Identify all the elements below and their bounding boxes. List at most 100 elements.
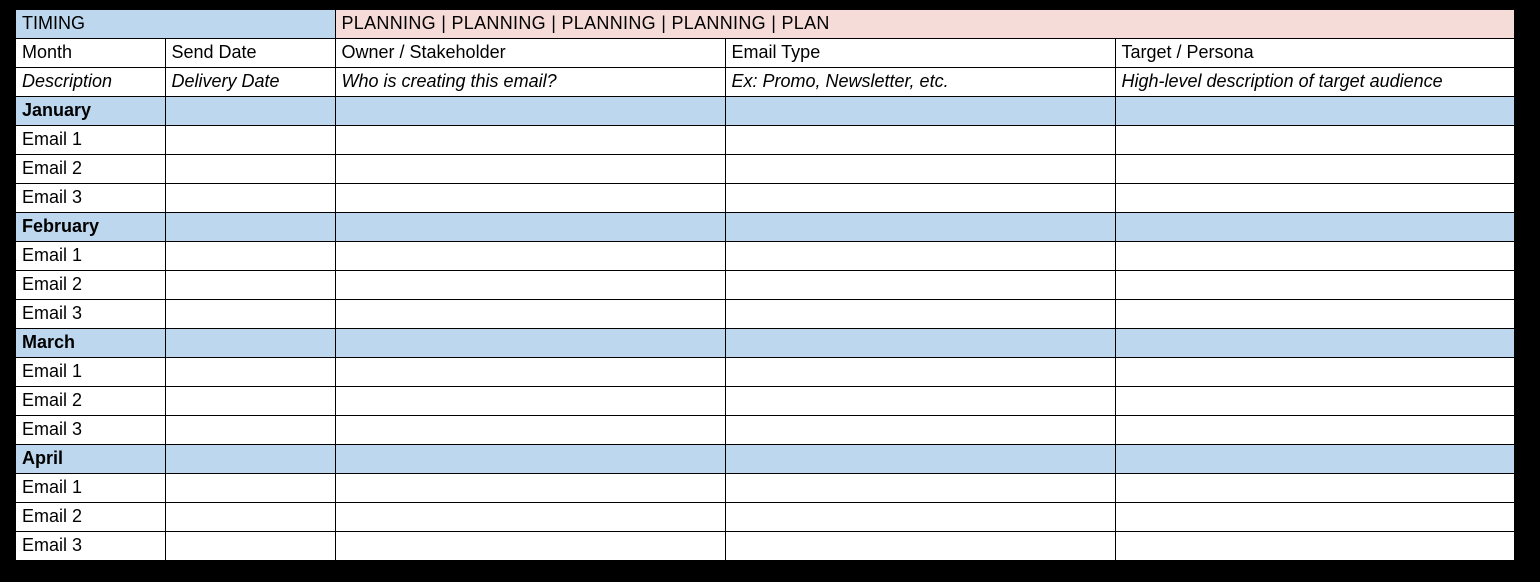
table-row: Email 1 [15,474,1515,503]
cell-owner[interactable] [335,271,725,300]
table-row: Email 3 [15,416,1515,445]
cell-owner[interactable] [335,242,725,271]
table-row: Email 3 [15,184,1515,213]
row-label: Email 2 [15,155,165,184]
cell-send[interactable] [165,271,335,300]
month-label: January [15,97,165,126]
desc-target: High-level description of target audienc… [1115,68,1515,97]
cell-owner[interactable] [335,184,725,213]
row-label: Email 1 [15,358,165,387]
cell-target[interactable] [1115,416,1515,445]
table-row: Email 3 [15,300,1515,329]
month-label: March [15,329,165,358]
col-header-owner: Owner / Stakeholder [335,39,725,68]
cell-owner[interactable] [335,416,725,445]
cell-send[interactable] [165,387,335,416]
cell-empty[interactable] [1115,97,1515,126]
cell-empty[interactable] [725,445,1115,474]
row-label: Email 3 [15,300,165,329]
cell-empty[interactable] [165,97,335,126]
cell-etype[interactable] [725,387,1115,416]
cell-send[interactable] [165,503,335,532]
cell-target[interactable] [1115,532,1515,562]
table-row: Email 2 [15,155,1515,184]
cell-etype[interactable] [725,271,1115,300]
desc-etype: Ex: Promo, Newsletter, etc. [725,68,1115,97]
cell-send[interactable] [165,155,335,184]
section-header-row: TIMING PLANNING | PLANNING | PLANNING | … [15,9,1515,39]
cell-owner[interactable] [335,126,725,155]
cell-owner[interactable] [335,155,725,184]
cell-empty[interactable] [165,213,335,242]
cell-empty[interactable] [335,329,725,358]
description-row: Description Delivery Date Who is creatin… [15,68,1515,97]
row-label: Email 3 [15,416,165,445]
cell-target[interactable] [1115,300,1515,329]
cell-owner[interactable] [335,532,725,562]
row-label: Email 2 [15,387,165,416]
cell-target[interactable] [1115,242,1515,271]
row-label: Email 1 [15,474,165,503]
cell-empty[interactable] [725,97,1115,126]
cell-target[interactable] [1115,503,1515,532]
cell-target[interactable] [1115,126,1515,155]
cell-empty[interactable] [335,445,725,474]
cell-etype[interactable] [725,155,1115,184]
desc-send: Delivery Date [165,68,335,97]
cell-etype[interactable] [725,300,1115,329]
cell-etype[interactable] [725,184,1115,213]
cell-owner[interactable] [335,300,725,329]
col-header-etype: Email Type [725,39,1115,68]
planning-calendar-table[interactable]: TIMING PLANNING | PLANNING | PLANNING | … [14,8,1516,562]
cell-send[interactable] [165,474,335,503]
cell-etype[interactable] [725,242,1115,271]
row-label: Email 3 [15,532,165,562]
desc-month: Description [15,68,165,97]
cell-target[interactable] [1115,358,1515,387]
cell-empty[interactable] [335,97,725,126]
table-row: Email 1 [15,358,1515,387]
desc-owner: Who is creating this email? [335,68,725,97]
month-label: February [15,213,165,242]
section-header-timing: TIMING [15,9,335,39]
cell-empty[interactable] [725,329,1115,358]
table-row: Email 2 [15,271,1515,300]
cell-empty[interactable] [165,445,335,474]
cell-owner[interactable] [335,387,725,416]
cell-empty[interactable] [165,329,335,358]
cell-etype[interactable] [725,474,1115,503]
col-header-target: Target / Persona [1115,39,1515,68]
cell-etype[interactable] [725,503,1115,532]
cell-target[interactable] [1115,474,1515,503]
cell-target[interactable] [1115,387,1515,416]
cell-send[interactable] [165,416,335,445]
cell-send[interactable] [165,242,335,271]
cell-send[interactable] [165,358,335,387]
cell-etype[interactable] [725,416,1115,445]
cell-send[interactable] [165,532,335,562]
cell-owner[interactable] [335,503,725,532]
cell-target[interactable] [1115,184,1515,213]
cell-empty[interactable] [1115,329,1515,358]
cell-empty[interactable] [335,213,725,242]
cell-empty[interactable] [1115,213,1515,242]
cell-etype[interactable] [725,532,1115,562]
cell-etype[interactable] [725,126,1115,155]
cell-etype[interactable] [725,358,1115,387]
month-row-april: April [15,445,1515,474]
row-label: Email 3 [15,184,165,213]
month-label: April [15,445,165,474]
cell-empty[interactable] [1115,445,1515,474]
row-label: Email 1 [15,126,165,155]
table-row: Email 1 [15,242,1515,271]
cell-send[interactable] [165,184,335,213]
cell-target[interactable] [1115,271,1515,300]
cell-owner[interactable] [335,474,725,503]
cell-send[interactable] [165,300,335,329]
row-label: Email 1 [15,242,165,271]
cell-owner[interactable] [335,358,725,387]
section-header-planning: PLANNING | PLANNING | PLANNING | PLANNIN… [335,9,1515,39]
cell-target[interactable] [1115,155,1515,184]
cell-empty[interactable] [725,213,1115,242]
cell-send[interactable] [165,126,335,155]
